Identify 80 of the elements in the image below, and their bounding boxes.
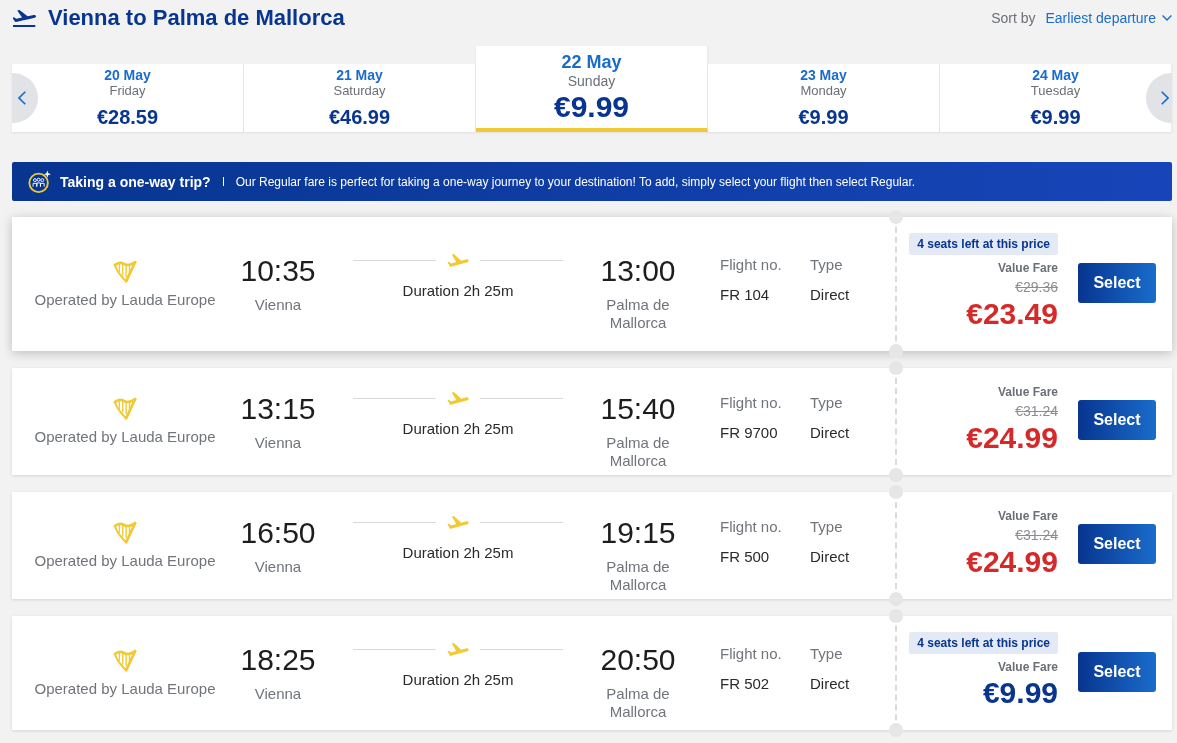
date-tab[interactable]: 21 May Saturday €46.99: [244, 64, 476, 132]
fare-name: Value Fare: [997, 384, 1058, 400]
flight-type: Direct: [810, 286, 850, 304]
original-price: €31.24: [1015, 526, 1058, 544]
departure-city: Vienna: [254, 296, 302, 314]
duration-text: Duration 2h 25m: [402, 671, 514, 689]
flight-type-label: Type: [810, 517, 843, 536]
harp-icon: [113, 259, 137, 283]
arrival-time: 19:15: [600, 515, 676, 550]
operator-label: Operated by Lauda Europe: [34, 552, 216, 570]
arrival-time: 13:00: [600, 254, 676, 288]
flight-type-label: Type: [810, 393, 843, 412]
select-button[interactable]: Select: [1078, 651, 1156, 692]
seats-left-badge: 4 seats left at this price: [909, 233, 1058, 255]
plane-takeoff-icon: [13, 9, 36, 27]
sort-dropdown[interactable]: Earliest departure: [1045, 10, 1172, 26]
flight-number-label: Flight no.: [720, 517, 782, 536]
flight-number-label: Flight no.: [720, 256, 782, 274]
banner-title: Taking a one-way trip?: [60, 173, 211, 190]
duration-text: Duration 2h 25m: [402, 543, 514, 562]
departure-time: 13:15: [240, 391, 316, 426]
departure-city: Vienna: [254, 433, 302, 452]
arrival-city: Palma de Mallorca: [605, 296, 671, 332]
departure-time: 18:25: [240, 643, 316, 677]
plane-icon: [446, 254, 470, 267]
arrival-city: Palma de Mallorca: [605, 557, 671, 594]
flight-number: FR 502: [720, 675, 770, 693]
operator-label: Operated by Lauda Europe: [34, 428, 216, 446]
departure-city: Vienna: [254, 557, 302, 576]
flight-number: FR 500: [720, 547, 770, 566]
operator-label: Operated by Lauda Europe: [34, 290, 216, 309]
date-tab[interactable]: 23 May Monday €9.99: [708, 64, 940, 132]
select-button[interactable]: Select: [1078, 524, 1156, 564]
flight-number-label: Flight no.: [720, 393, 782, 412]
departure-time: 10:35: [240, 254, 316, 288]
arrival-city: Palma de Mallorca: [605, 685, 671, 721]
flight-number: FR 9700: [720, 423, 778, 442]
harp-icon: [113, 648, 137, 672]
banner-text: Our Regular fare is perfect for taking a one-way journey to your destination! To add, simply select your flight then select Regular.: [235, 174, 916, 189]
departure-city: Vienna: [254, 685, 302, 703]
fare-price: €23.49: [966, 296, 1058, 332]
duration-text: Duration 2h 25m: [402, 419, 514, 438]
sort-label: Sort by: [991, 10, 1036, 26]
flight-type: Direct: [810, 423, 850, 442]
select-button[interactable]: Select: [1078, 262, 1156, 303]
page-title: Vienna to Palma de Mallorca: [48, 5, 345, 31]
harp-icon: [113, 397, 137, 420]
harp-icon: [113, 521, 137, 544]
operator-label: Operated by Lauda Europe: [34, 679, 216, 698]
fare-price: €9.99: [982, 675, 1058, 711]
flight-type-label: Type: [810, 256, 843, 274]
fare-price: €24.99: [966, 544, 1058, 580]
family-icon: [28, 169, 52, 194]
duration-text: Duration 2h 25m: [402, 282, 514, 300]
chevron-down-icon: [1162, 15, 1172, 21]
flight-type: Direct: [810, 547, 850, 566]
fare-price: €24.99: [966, 420, 1058, 456]
date-tab[interactable]: 22 May Sunday €9.99: [476, 46, 708, 132]
plane-icon: [446, 643, 470, 656]
flight-number-label: Flight no.: [720, 645, 782, 663]
fare-name: Value Fare: [997, 659, 1058, 675]
flight-type-label: Type: [810, 645, 843, 663]
arrival-time: 15:40: [600, 391, 676, 426]
original-price: €29.36: [1015, 278, 1058, 296]
chevron-left-icon: [18, 91, 26, 105]
plane-icon: [446, 515, 470, 529]
select-button[interactable]: Select: [1078, 400, 1156, 440]
chevron-right-icon: [1161, 91, 1169, 105]
fare-name: Value Fare: [997, 260, 1058, 276]
flight-type: Direct: [810, 675, 850, 693]
date-tab[interactable]: 24 May Tuesday €9.99: [940, 64, 1172, 132]
fare-name: Value Fare: [997, 508, 1058, 524]
arrival-time: 20:50: [600, 643, 676, 677]
flight-number: FR 104: [720, 286, 770, 304]
arrival-city: Palma de Mallorca: [605, 433, 671, 470]
date-tab[interactable]: 20 May Friday €28.59: [12, 64, 244, 132]
departure-time: 16:50: [240, 515, 316, 550]
original-price: €31.24: [1015, 402, 1058, 420]
plane-icon: [446, 391, 470, 405]
seats-left-badge: 4 seats left at this price: [909, 632, 1058, 654]
